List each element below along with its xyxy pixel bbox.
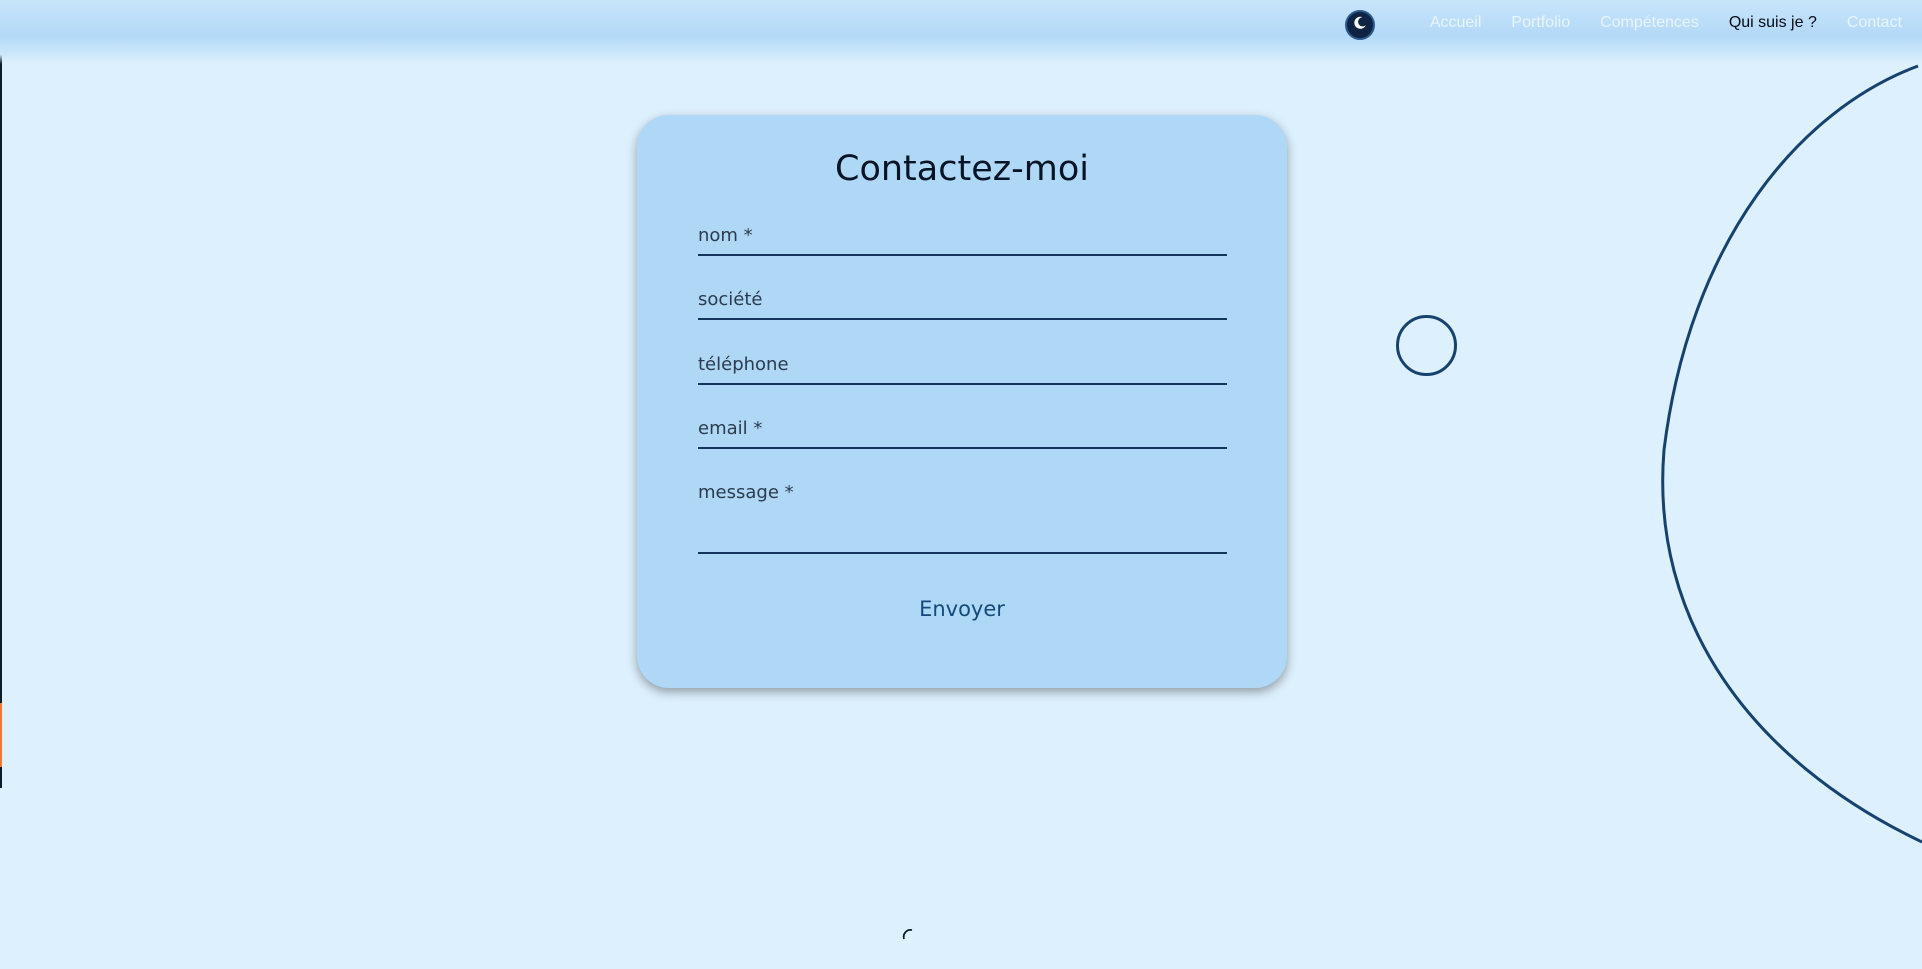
moon-icon bbox=[1352, 15, 1368, 35]
left-edge-strip bbox=[0, 0, 2, 788]
left-accent-strip bbox=[0, 703, 2, 767]
nav-link-accueil[interactable]: Accueil bbox=[1430, 14, 1482, 32]
nav-link-competences[interactable]: Compétences bbox=[1600, 14, 1699, 32]
email-input[interactable] bbox=[698, 416, 1227, 447]
societe-field bbox=[698, 287, 1227, 320]
nom-input[interactable] bbox=[698, 222, 1227, 254]
nom-field bbox=[698, 222, 1227, 256]
nav-link-contact[interactable]: Contact bbox=[1847, 14, 1902, 32]
decorative-circle-small bbox=[1396, 315, 1457, 376]
decorative-arc-large bbox=[1661, 64, 1922, 844]
nav-link-portfolio[interactable]: Portfolio bbox=[1511, 14, 1570, 32]
nav-link-qui-suis-je[interactable]: Qui suis je ? bbox=[1729, 14, 1817, 32]
main-nav: Accueil Portfolio Compétences Qui suis j… bbox=[1430, 14, 1902, 32]
email-field bbox=[698, 416, 1227, 449]
message-field bbox=[698, 480, 1227, 554]
message-textarea[interactable] bbox=[698, 480, 1227, 552]
top-navigation-bar: Accueil Portfolio Compétences Qui suis j… bbox=[0, 0, 1922, 64]
send-button[interactable]: Envoyer bbox=[892, 596, 1032, 622]
contact-form-card: Contactez-moi Envoyer bbox=[637, 115, 1287, 688]
theme-toggle-button[interactable] bbox=[1345, 10, 1375, 40]
loading-spinner-icon bbox=[902, 929, 913, 940]
telephone-field bbox=[698, 351, 1227, 385]
telephone-input[interactable] bbox=[698, 351, 1227, 383]
contact-title: Contactez-moi bbox=[835, 149, 1089, 189]
societe-input[interactable] bbox=[698, 287, 1227, 318]
